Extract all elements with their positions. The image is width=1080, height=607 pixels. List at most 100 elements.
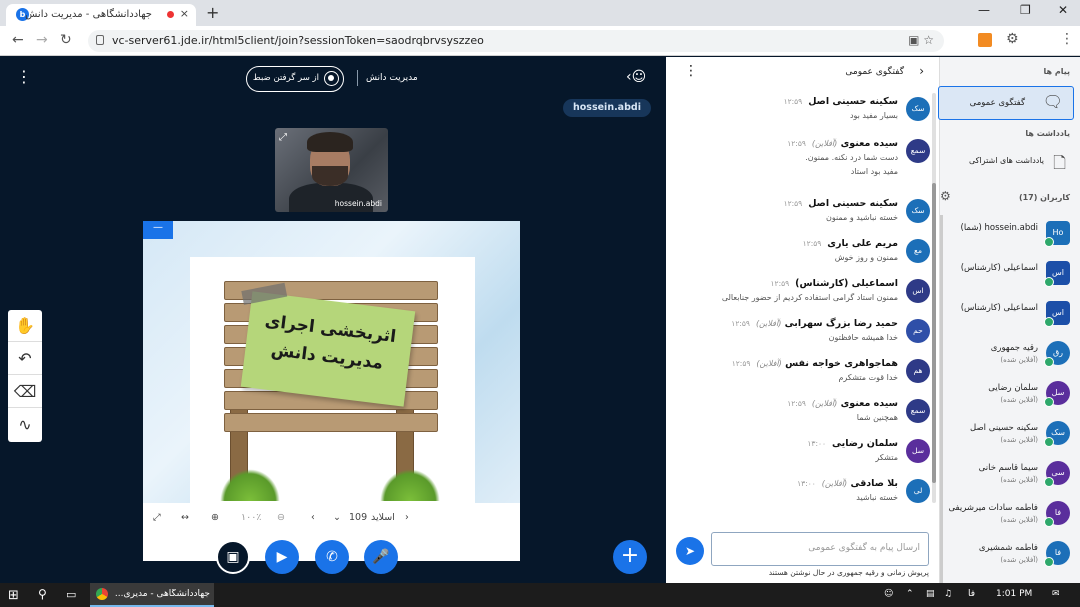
audio-badge-icon [1044,557,1054,567]
multi-user-whiteboard-icon[interactable]: ∿ [8,409,42,441]
previous-slide-button[interactable]: ‹ [311,512,315,523]
microphone-button[interactable]: 🎤 [364,540,398,574]
fullscreen-icon[interactable]: ⤢ [153,512,161,523]
volume-icon[interactable]: ♫ [944,589,952,599]
people-icon[interactable]: ☺ [884,589,893,599]
chat-message-sender: اسماعیلی (کارشناس) ۱۲:۵۹ [771,278,898,289]
message-time: ۱۲:۵۹ [787,139,806,148]
network-icon[interactable]: ▤ [926,589,935,599]
chat-header: ⋮ گفتگوی عمومی › [666,57,940,87]
message-time: ۱۲:۵۹ [802,239,822,248]
user-item[interactable]: اس اسماعیلی (کارشناس) [950,295,1074,335]
chat-options-icon[interactable]: ⋮ [684,63,698,79]
chat-bubble-icon: 🗨 [1042,92,1063,111]
user-list-scrollbar[interactable] [940,215,943,583]
chat-message-list: سک سکینه حسینی اصل ۱۲:۵۹ بسیار مفید بود س… [674,93,930,521]
close-tab-icon[interactable]: × [180,7,189,20]
user-name: hossein.abdi (شما) [960,223,1038,233]
task-view-icon[interactable]: ▭ [66,588,76,601]
user-status: (آفلاین شده) [1000,476,1038,484]
options-menu-icon[interactable]: ⋮ [16,67,32,86]
resume-recording-button[interactable]: از سر گرفتن ضبط [246,66,344,92]
taskbar-chrome-app[interactable]: جهاددانشگاهی - مدیری... [90,583,214,607]
avatar: لی [906,479,930,503]
messages-section-label: پیام ها [1043,67,1070,76]
search-icon[interactable]: ⚲ [38,587,47,601]
user-item[interactable]: فا فاطمه سادات میرشریفی (آفلاین شده) [948,495,1074,535]
webcam-person-beard [312,166,348,186]
message-text-2: مفید بود استاد [850,167,898,176]
close-window-icon[interactable]: ✕ [1058,3,1068,17]
chat-message-sender: سکینه حسینی اصل ۱۲:۵۹ [784,198,898,209]
extension-icon[interactable] [978,33,992,47]
notifications-icon[interactable]: ✉ [1052,589,1060,599]
screen-share-button[interactable]: ▣ [216,540,250,574]
slide-image: اثربخشی اجرای مدیریت دانش [190,257,475,503]
zoom-out-icon[interactable]: ⊖ [277,512,285,523]
restore-window-icon[interactable]: ❐ [1020,3,1031,17]
user-item[interactable]: رق رقیه جمهوری (آفلاین شده) [950,335,1074,375]
webcam-video[interactable]: ⤢ hossein.abdi [275,128,388,212]
phone-button[interactable]: ✆ [315,540,349,574]
user-settings-gear-icon[interactable]: ⚙ [940,189,951,203]
chat-scroll-thumb[interactable] [932,183,936,483]
bookmark-star-icon[interactable]: ▣ ☆ [908,33,934,47]
expand-video-icon[interactable]: ⤢ [279,132,287,143]
public-chat-item[interactable]: 🗨 گفتگوی عمومی [938,86,1074,120]
sender-name: سکینه حسینی اصل [808,198,898,209]
clock[interactable]: 1:01 PM [996,589,1032,599]
chat-scrollbar[interactable] [932,93,936,503]
user-status: (آفلاین شده) [1000,516,1038,524]
message-text: متشکر [875,453,898,462]
url-input[interactable]: vc-server61.jde.ir/html5client/join?sess… [88,30,944,52]
notes-section-label: یادداشت ها [1025,129,1070,138]
audio-badge-icon [1044,517,1054,527]
message-text: خسته نباشید [856,493,898,502]
extensions-puzzle-icon[interactable]: ⚙ [1006,31,1019,47]
language-indicator[interactable]: فا [968,589,975,599]
audio-badge-icon [1044,437,1054,447]
zoom-in-icon[interactable]: ⊕ [211,512,219,523]
send-message-button[interactable]: ➤ [676,537,704,565]
user-item[interactable]: فا فاطمه شمشیری (آفلاین شده) [950,535,1074,575]
public-chat-label: گفتگوی عمومی [969,98,1025,108]
trash-icon[interactable]: ⌫ [8,376,42,408]
minimize-presentation-button[interactable]: — [143,221,173,239]
browser-menu-icon[interactable]: ⋮ [1060,31,1074,47]
undo-icon[interactable]: ↶ [8,343,42,375]
webcam-username: hossein.abdi [334,199,382,208]
add-actions-button[interactable]: + [613,540,647,574]
shared-notes-item[interactable]: 🗋 یادداشت های اشتراکی [944,147,1074,181]
reload-icon[interactable]: ↻ [60,32,72,48]
minimize-window-icon[interactable]: — [978,3,990,17]
audio-badge-icon [1044,357,1054,367]
browser-tab[interactable]: b جهاددانشگاهی - مدیریت دانش × [6,4,196,26]
close-chat-chevron-icon[interactable]: › [919,64,924,78]
url-text: vc-server61.jde.ir/html5client/join?sess… [112,34,484,47]
user-item[interactable]: Ho hossein.abdi (شما) [950,215,1074,255]
user-item[interactable]: سل سلمان رضایی (آفلاین شده) [950,375,1074,415]
message-time: ۱۳:۰۰ [807,439,827,448]
windows-start-icon[interactable]: ⊞ [8,588,19,603]
hand-tool-icon[interactable]: ✋ [8,310,42,342]
user-list-toggle-icon[interactable]: ‹☺ [626,69,646,85]
chat-message-input[interactable]: ارسال پیام به گفتگوی عمومی [711,532,929,566]
next-slide-button[interactable]: › [405,512,409,523]
sender-name: مریم علی یاری [827,238,898,249]
forward-arrow-icon[interactable]: → [36,32,48,48]
sender-name: سکینه حسینی اصل [808,96,898,107]
user-list: Ho hossein.abdi (شما) اس اسماعیلی (کارشن… [940,215,1074,583]
camera-button[interactable]: ▶ [265,540,299,574]
slide-select-chevron-icon[interactable]: ⌄ [333,512,341,523]
new-tab-button[interactable]: + [206,3,219,22]
back-arrow-icon[interactable]: ← [12,32,24,48]
chat-message-sender: سیده معنوی (آفلاین) ۱۲:۵۹ [787,398,898,409]
slide-number[interactable]: 109 [349,512,367,523]
tray-chevron-icon[interactable]: ⌃ [906,589,914,599]
fit-width-icon[interactable]: ↔ [181,512,189,523]
user-item[interactable]: سی سیما قاسم خانی (آفلاین شده) [950,455,1074,495]
audio-badge-icon [1044,397,1054,407]
user-item[interactable]: سک سکینه حسینی اصل (آفلاین شده) [950,415,1074,455]
user-item[interactable]: اس اسماعیلی (کارشناس) [950,255,1074,295]
windows-taskbar: ⊞ ⚲ ▭ جهاددانشگاهی - مدیری... ☺ ⌃ ▤ ♫ فا… [0,583,1080,607]
